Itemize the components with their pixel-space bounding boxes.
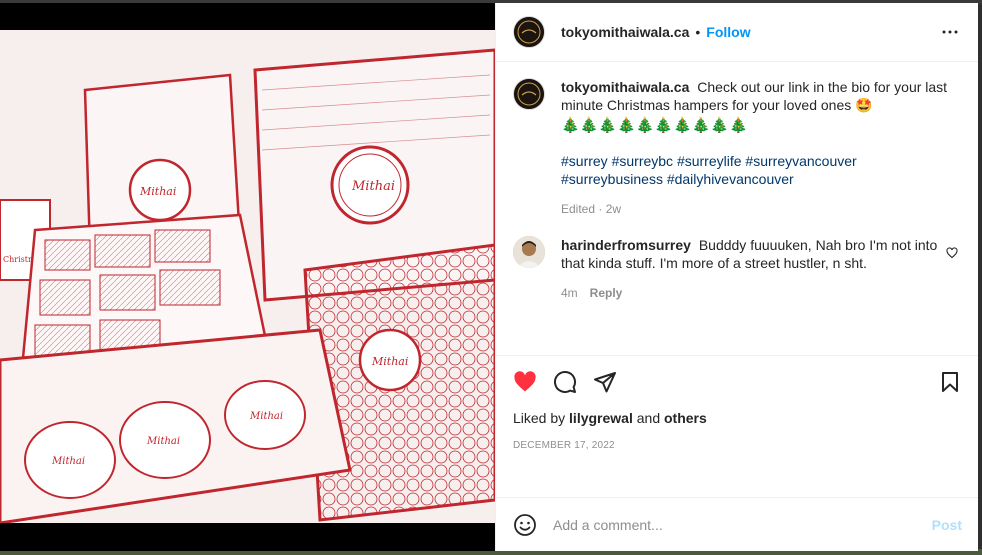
like-comment-icon[interactable] xyxy=(946,246,962,262)
caption-emojis: 🎄🎄🎄🎄🎄🎄🎄🎄🎄🎄 xyxy=(561,117,748,134)
hashtag[interactable]: #surreybc xyxy=(612,153,673,169)
svg-text:Mithai: Mithai xyxy=(351,179,395,194)
more-options-icon[interactable] xyxy=(938,20,962,44)
comment-time: 4m xyxy=(561,286,578,300)
brand-logo xyxy=(514,79,544,109)
liked-by: Liked by lilygrewal and others xyxy=(513,410,707,426)
author-username[interactable]: tokyomithaiwala.ca xyxy=(561,24,689,40)
comment-composer: Post xyxy=(496,497,978,551)
post-comment-button[interactable]: Post xyxy=(932,517,962,533)
svg-text:Mithai: Mithai xyxy=(146,436,180,447)
comment-meta: 4m Reply xyxy=(561,284,938,302)
bookmark-icon[interactable] xyxy=(938,370,962,394)
separator-dot: • xyxy=(695,24,701,40)
hashtag[interactable]: #surreylife xyxy=(677,153,742,169)
liked-by-user[interactable]: lilygrewal xyxy=(569,410,633,426)
svg-text:Mithai: Mithai xyxy=(51,456,85,467)
caption-avatar[interactable] xyxy=(513,78,545,110)
hashtag[interactable]: #surreyvancouver xyxy=(745,153,856,169)
post-date[interactable]: DECEMBER 17, 2022 xyxy=(513,440,962,451)
reply-button[interactable]: Reply xyxy=(590,284,623,302)
caption-username[interactable]: tokyomithaiwala.ca xyxy=(561,79,689,95)
hashtag[interactable]: #dailyhivevancouver xyxy=(667,171,794,187)
brand-logo xyxy=(514,17,544,47)
commenter-avatar[interactable] xyxy=(513,236,545,268)
caption-meta: Edited · 2w xyxy=(561,202,622,216)
action-bar: Liked by lilygrewal and others DECEMBER … xyxy=(496,355,978,497)
heart-icon[interactable] xyxy=(513,370,537,394)
hashtag-list: #surrey #surreybc #surreylife #surreyvan… xyxy=(561,152,962,188)
post-media[interactable]: Mithai Mithai Christmas Mithai Mithai Mi… xyxy=(0,3,495,551)
post-panel: tokyomithaiwala.ca • Follow tokyomithaiw… xyxy=(495,3,978,551)
comment-icon[interactable] xyxy=(553,370,577,394)
caption: tokyomithaiwala.ca Check out our link in… xyxy=(513,78,962,218)
liked-by-others[interactable]: others xyxy=(664,410,707,426)
comment-input[interactable] xyxy=(553,516,932,533)
svg-text:Mithai: Mithai xyxy=(371,355,408,368)
comments-list[interactable]: tokyomithaiwala.ca Check out our link in… xyxy=(496,62,978,355)
emoji-icon[interactable] xyxy=(513,513,537,537)
hashtag[interactable]: #surreybusiness xyxy=(561,171,663,187)
author-avatar[interactable] xyxy=(513,16,545,48)
follow-button[interactable]: Follow xyxy=(706,24,750,40)
share-icon[interactable] xyxy=(593,370,617,394)
post-modal: Mithai Mithai Christmas Mithai Mithai Mi… xyxy=(0,3,978,551)
svg-text:Mithai: Mithai xyxy=(139,185,176,198)
svg-text:Mithai: Mithai xyxy=(249,411,283,422)
comment-item: harinderfromsurrey Budddy fuuuuken, Nah … xyxy=(513,236,962,302)
post-photo: Mithai Mithai Christmas Mithai MithaiMit… xyxy=(0,30,495,523)
hashtag[interactable]: #surrey xyxy=(561,153,608,169)
post-header: tokyomithaiwala.ca • Follow xyxy=(496,3,978,62)
commenter-username[interactable]: harinderfromsurrey xyxy=(561,237,691,253)
